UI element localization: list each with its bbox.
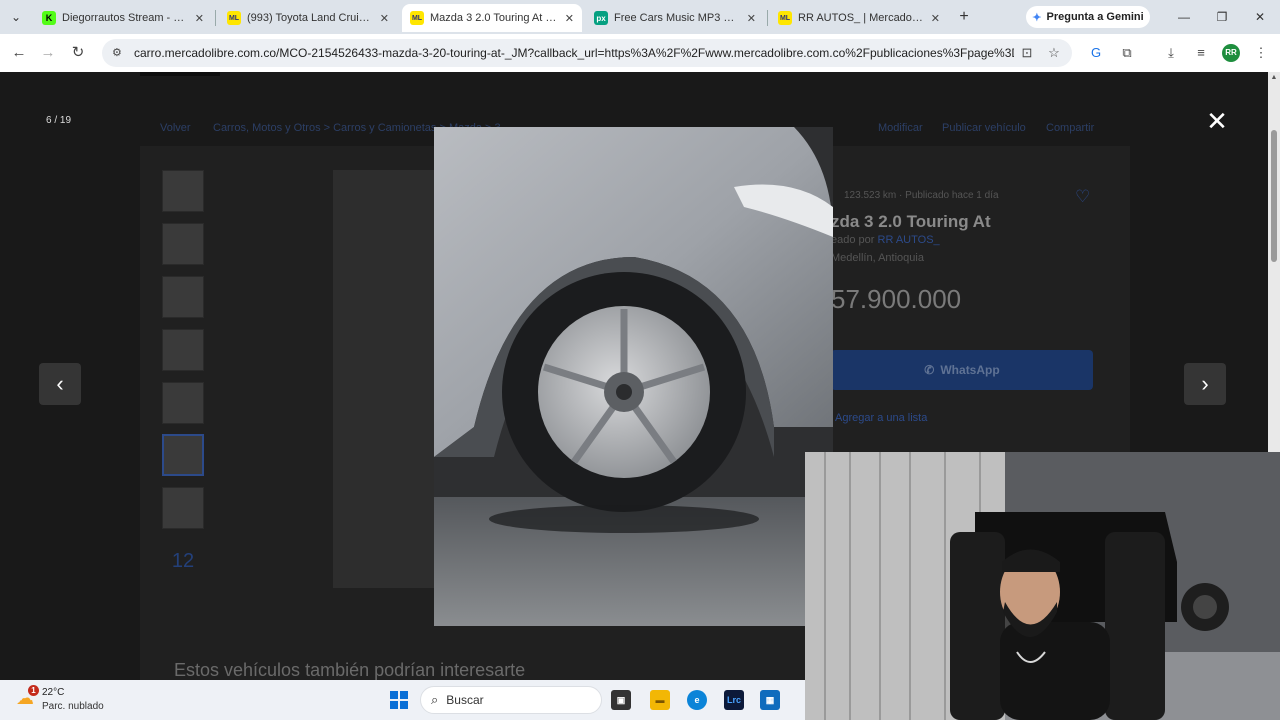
menu-kebab-icon[interactable]: ⋮ bbox=[1252, 44, 1270, 62]
whatsapp-label: WhatsApp bbox=[940, 363, 1000, 377]
tab-title: Mazda 3 2.0 Touring At | Me bbox=[430, 12, 559, 24]
new-tab-button[interactable]: + bbox=[955, 8, 973, 26]
car-wheel-image bbox=[434, 127, 833, 626]
window-close-icon[interactable]: ✕ bbox=[1248, 8, 1272, 26]
weather-temperature[interactable]: 22°C bbox=[42, 687, 64, 698]
translate-icon[interactable]: G bbox=[1087, 44, 1105, 62]
pixabay-favicon-icon: px bbox=[594, 11, 608, 25]
gemini-label: Pregunta a Gemini bbox=[1046, 11, 1144, 23]
whatsapp-icon: ✆ bbox=[924, 363, 935, 377]
file-explorer-icon[interactable]: ▬ bbox=[650, 690, 670, 710]
gemini-button[interactable]: ✦ Pregunta a Gemini bbox=[1026, 6, 1150, 28]
windows-start-icon[interactable] bbox=[390, 691, 408, 709]
mercadolibre-favicon-icon: ML bbox=[778, 11, 792, 25]
gallery-thumbnail[interactable] bbox=[162, 487, 204, 529]
tab-close-icon[interactable]: ✕ bbox=[931, 12, 940, 25]
browser-chrome: ⌄ K Diegorrautos Stream - Watc ✕ ML (993… bbox=[0, 0, 1280, 72]
tab-separator bbox=[767, 10, 768, 26]
taskbar-search[interactable]: ⌕ Buscar bbox=[420, 686, 602, 714]
tab-close-icon[interactable]: ✕ bbox=[565, 12, 574, 25]
main-photo-dimmed bbox=[333, 170, 443, 588]
mercadolibre-favicon-icon: ML bbox=[410, 11, 424, 25]
tab-free-music[interactable]: px Free Cars Music MP3 Downl ✕ bbox=[586, 4, 764, 32]
listing-title: zda 3 2.0 Touring At bbox=[831, 212, 991, 231]
tab-close-icon[interactable]: ✕ bbox=[747, 12, 756, 25]
photo-counter: 6 / 19 bbox=[46, 115, 72, 126]
gemini-sparkle-icon: ✦ bbox=[1032, 11, 1042, 24]
kick-favicon-icon: K bbox=[42, 11, 56, 25]
windows-taskbar: ☁ 1 22°C Parc. nublado ⌕ Buscar ▣ ▬ e Lr… bbox=[0, 680, 805, 720]
gallery-thumbnail-selected[interactable] bbox=[162, 434, 204, 476]
extensions-icon[interactable]: ⧉ bbox=[1118, 44, 1136, 62]
favorite-heart-icon[interactable]: ♡ bbox=[1075, 187, 1090, 207]
tab-title: Free Cars Music MP3 Downl bbox=[614, 12, 741, 24]
scroll-up-icon[interactable]: ▲ bbox=[1270, 74, 1278, 81]
share-link[interactable]: Compartir bbox=[1046, 122, 1094, 134]
reload-icon[interactable]: ↻ bbox=[68, 43, 88, 63]
browser-toolbar: ← → ↻ ⚙ carro.mercadolibre.com.co/MCO-21… bbox=[0, 34, 1280, 72]
close-lightbox-icon[interactable]: ✕ bbox=[1205, 108, 1229, 134]
forward-icon[interactable]: → bbox=[38, 43, 58, 63]
weather-badge: 1 bbox=[28, 685, 39, 696]
mercadolibre-favicon-icon: ML bbox=[227, 11, 241, 25]
downloads-icon[interactable]: ⤓ bbox=[1162, 44, 1180, 62]
lightroom-icon[interactable]: Lrc bbox=[724, 690, 744, 710]
site-info-icon[interactable]: ⚙ bbox=[112, 46, 126, 60]
search-placeholder: Buscar bbox=[446, 693, 484, 707]
tab-title: Diegorrautos Stream - Watc bbox=[62, 12, 189, 24]
seller-line: eado por RR AUTOS_ bbox=[831, 234, 940, 246]
tab-separator bbox=[215, 10, 216, 26]
tab-toyota[interactable]: ML (993) Toyota Land Cruiser Pr ✕ bbox=[219, 4, 397, 32]
profile-avatar[interactable]: RR bbox=[1222, 44, 1240, 62]
publish-vehicle-link[interactable]: Publicar vehículo bbox=[942, 122, 1026, 134]
header-remnant bbox=[140, 72, 220, 76]
tab-close-icon[interactable]: ✕ bbox=[380, 12, 389, 25]
search-icon: ⌕ bbox=[431, 692, 439, 707]
tab-mazda-active[interactable]: ML Mazda 3 2.0 Touring At | Me ✕ bbox=[402, 4, 582, 32]
tab-kick-stream[interactable]: K Diegorrautos Stream - Watc ✕ bbox=[34, 4, 212, 32]
modify-link[interactable]: Modificar bbox=[878, 122, 923, 134]
gallery-thumbnail[interactable] bbox=[162, 329, 204, 371]
address-bar[interactable]: ⚙ carro.mercadolibre.com.co/MCO-21545264… bbox=[102, 39, 1072, 67]
whatsapp-button[interactable]: ✆ WhatsApp bbox=[831, 350, 1093, 390]
gallery-thumbnail[interactable] bbox=[162, 276, 204, 318]
related-vehicles-heading: Estos vehículos también podrían interesa… bbox=[174, 660, 526, 680]
tab-title: (993) Toyota Land Cruiser Pr bbox=[247, 12, 374, 24]
url-text[interactable]: carro.mercadolibre.com.co/MCO-2154526433… bbox=[134, 46, 1014, 60]
listing-price: 57.900.000 bbox=[831, 284, 962, 314]
weather-condition[interactable]: Parc. nublado bbox=[42, 701, 104, 712]
more-photos-count[interactable]: 12 bbox=[162, 540, 204, 582]
gallery-thumbnail[interactable] bbox=[162, 170, 204, 212]
tab-rr-autos[interactable]: ML RR AUTOS_ | MercadoLibre. ✕ bbox=[770, 4, 948, 32]
seller-prefix: eado por bbox=[831, 234, 875, 246]
listing-location: Medellín, Antioquia bbox=[831, 252, 924, 264]
tab-close-icon[interactable]: ✕ bbox=[195, 12, 204, 25]
seller-link[interactable]: RR AUTOS_ bbox=[878, 234, 940, 246]
tab-strip: ⌄ K Diegorrautos Stream - Watc ✕ ML (993… bbox=[0, 0, 1280, 34]
previous-photo-button[interactable]: ‹ bbox=[39, 363, 81, 405]
add-to-list-link[interactable]: Agregar a una lista bbox=[835, 412, 927, 424]
webcam-overlay bbox=[805, 452, 1280, 720]
back-link[interactable]: Volver bbox=[160, 122, 191, 134]
task-view-icon[interactable]: ▣ bbox=[611, 690, 631, 710]
streamer-webcam-image bbox=[805, 452, 1280, 720]
back-icon[interactable]: ← bbox=[9, 43, 29, 63]
tab-search-icon[interactable]: ⌄ bbox=[6, 7, 26, 27]
scrollbar-thumb[interactable] bbox=[1271, 130, 1277, 262]
gallery-thumbnail[interactable] bbox=[162, 382, 204, 424]
microsoft-store-icon[interactable]: ▦ bbox=[760, 690, 780, 710]
next-photo-button[interactable]: › bbox=[1184, 363, 1226, 405]
edge-browser-icon[interactable]: e bbox=[687, 690, 707, 710]
tab-title: RR AUTOS_ | MercadoLibre. bbox=[798, 12, 925, 24]
listing-meta: 123.523 km · Publicado hace 1 día bbox=[844, 190, 999, 201]
gallery-thumbnail[interactable] bbox=[162, 223, 204, 265]
media-control-icon[interactable]: ≡ bbox=[1192, 44, 1210, 62]
bookmark-star-icon[interactable]: ☆ bbox=[1046, 45, 1062, 61]
minimize-icon[interactable]: — bbox=[1172, 8, 1196, 26]
lens-icon[interactable]: ⊡ bbox=[1019, 45, 1035, 61]
lightbox-photo-car-wheel bbox=[434, 127, 833, 626]
restore-icon[interactable]: ❐ bbox=[1210, 8, 1234, 26]
